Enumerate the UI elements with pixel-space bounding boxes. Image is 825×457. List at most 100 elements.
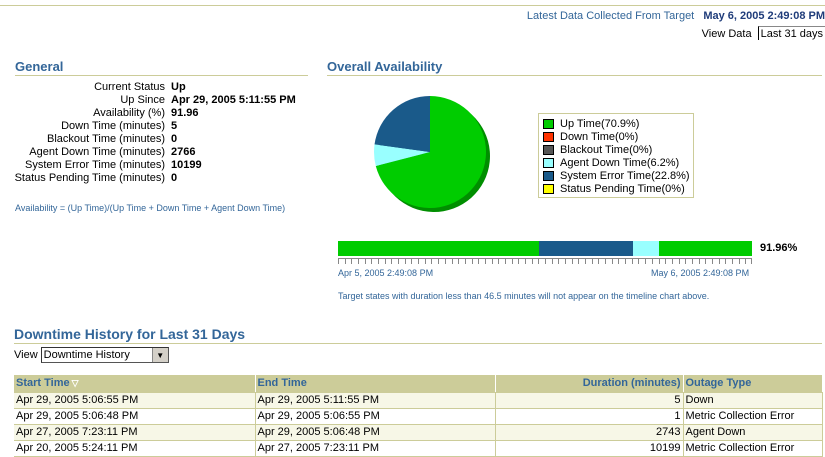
ruler-tick (585, 259, 586, 264)
general-row-label: System Error Time (minutes) (25, 159, 165, 171)
ruler-tick (532, 259, 533, 264)
timeline-segment (538, 241, 634, 256)
overall-availability-title: Overall Availability (327, 59, 822, 76)
ruler-tick (472, 259, 473, 264)
downtime-view-label: View (14, 349, 38, 361)
ruler-tick (672, 259, 673, 264)
ruler-tick (438, 259, 439, 264)
cell-start-time: Apr 27, 2005 7:23:11 PM (14, 424, 256, 441)
ruler-tick (645, 259, 646, 264)
general-row: Status Pending Time (minutes) 0 (14, 172, 296, 185)
ruler-tick (538, 259, 539, 264)
general-row-value: 2766 (171, 146, 196, 158)
ruler-tick (665, 259, 666, 264)
ruler-tick (465, 259, 466, 264)
ruler-tick (659, 259, 660, 264)
general-row-label: Current Status (94, 81, 165, 93)
ruler-tick (512, 259, 513, 264)
ruler-tick (411, 259, 412, 264)
ruler-tick (751, 259, 752, 264)
legend-item: Down Time(0%) (543, 130, 693, 143)
legend-swatch (543, 144, 554, 155)
availability-formula: Availability = (Up Time)/(Up Time + Down… (15, 203, 286, 213)
ruler-tick (705, 259, 706, 264)
last-collected: Latest Data Collected From Target May 6,… (527, 10, 825, 22)
ruler-tick (338, 259, 339, 264)
ruler-tick (358, 259, 359, 264)
general-row: System Error Time (minutes) 10199 (14, 159, 296, 172)
col-duration[interactable]: Duration (minutes) (495, 375, 684, 393)
top-rule (0, 0, 825, 6)
ruler-tick (652, 259, 653, 264)
ruler-tick (572, 259, 573, 264)
view-data-row: View Data Last 31 days (702, 26, 825, 40)
chevron-down-icon[interactable]: ▼ (151, 348, 168, 362)
view-data-label: View Data (701, 28, 752, 40)
table-row: Apr 29, 2005 5:06:48 PM Apr 29, 2005 5:06… (14, 408, 823, 425)
col-end-time[interactable]: End Time (255, 375, 496, 393)
legend-swatch (543, 157, 554, 168)
ruler-tick (505, 259, 506, 264)
ruler-tick (452, 259, 453, 264)
cell-start-time: Apr 29, 2005 5:06:55 PM (14, 392, 256, 409)
ruler-tick (478, 259, 479, 264)
ruler-tick (739, 259, 740, 264)
general-row: Up Since Apr 29, 2005 5:11:55 PM (14, 94, 296, 107)
general-row-label: Up Since (120, 94, 165, 106)
ruler-tick (618, 259, 619, 264)
general-row-label: Availability (%) (93, 107, 165, 119)
ruler-tick (605, 259, 606, 264)
pie-svg (374, 96, 490, 212)
downtime-view-select[interactable]: Downtime History ▼ (40, 347, 169, 363)
sort-descending-icon[interactable]: ▽ (72, 378, 79, 388)
ruler-tick (685, 259, 686, 264)
ruler-tick (498, 259, 499, 264)
general-row: Blackout Time (minutes) 0 (14, 133, 296, 146)
general-row-value: 91.96 (171, 107, 199, 119)
legend-item: Up Time(70.9%) (543, 117, 693, 130)
general-table: Current Status Up Up Since Apr 29, 2005 5:1… (14, 81, 296, 185)
ruler-tick (391, 259, 392, 264)
ruler-tick (431, 259, 432, 264)
general-row: Availability (%) 91.96 (14, 107, 296, 120)
ruler-tick (385, 259, 386, 264)
downtime-table: Start Time ▽ End Time Duration (minutes) … (14, 375, 823, 457)
ruler-tick (405, 259, 406, 264)
col-start-time[interactable]: Start Time ▽ (14, 375, 256, 393)
ruler-tick (425, 259, 426, 264)
col-outage-type[interactable]: Outage Type (683, 375, 823, 393)
legend-swatch (543, 131, 554, 142)
cell-end-time: Apr 29, 2005 5:11:55 PM (255, 392, 496, 409)
downtime-view: View Downtime History ▼ (14, 347, 169, 363)
ruler-tick (565, 259, 566, 264)
ruler-tick (712, 259, 713, 264)
legend-item: Agent Down Time(6.2%) (543, 156, 693, 169)
ruler-tick (518, 259, 519, 264)
general-row: Agent Down Time (minutes) 2766 (14, 146, 296, 159)
timeline-percent: 91.96% (760, 242, 798, 254)
timeline-start: Apr 5, 2005 2:49:08 PM (338, 268, 434, 278)
pie-slice-system-error-time (374, 96, 430, 152)
legend-swatch (543, 170, 554, 181)
timeline-note: Target states with duration less than 46… (338, 291, 710, 301)
ruler-tick (371, 259, 372, 264)
ruler-tick (552, 259, 553, 264)
ruler-tick (485, 259, 486, 264)
cell-duration: 1 (495, 408, 684, 425)
ruler-tick (418, 259, 419, 264)
ruler-tick (365, 259, 366, 264)
cell-end-time: Apr 27, 2005 7:23:11 PM (255, 440, 496, 457)
availability-pie (372, 94, 494, 216)
view-data-select[interactable]: Last 31 days (757, 26, 825, 40)
cell-outage-type: Down (683, 392, 823, 409)
ruler-tick (492, 259, 493, 264)
legend-label: Blackout Time(0%) (560, 143, 653, 156)
ruler-tick (378, 259, 379, 264)
general-row-value: 5 (171, 120, 178, 132)
cell-duration: 10199 (495, 440, 684, 457)
ruler-tick (719, 259, 720, 264)
general-row-value: Apr 29, 2005 5:11:55 PM (171, 94, 296, 106)
downtime-table-header: Start Time ▽ End Time Duration (minutes) … (14, 375, 823, 393)
ruler-tick (612, 259, 613, 264)
legend-swatch (543, 118, 554, 129)
